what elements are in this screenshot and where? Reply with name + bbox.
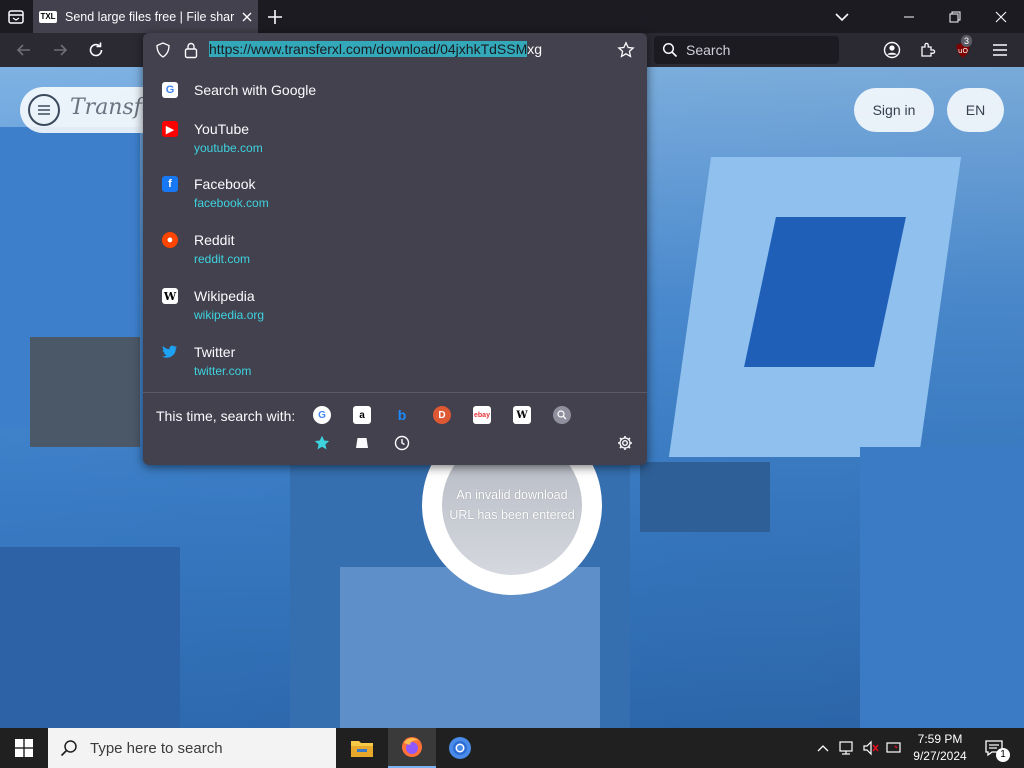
suggestion-row[interactable]: Twitter twitter.com: [143, 344, 647, 384]
volume-muted-icon[interactable]: [859, 728, 883, 768]
list-all-tabs-icon[interactable]: [6, 7, 26, 27]
tracking-protection-shield-icon[interactable]: [155, 42, 171, 58]
wikipedia-icon: W: [162, 288, 178, 304]
search-bar-placeholder: Search: [686, 42, 731, 58]
svg-text:uO: uO: [958, 47, 968, 55]
windows-start-icon[interactable]: [0, 728, 48, 768]
system-clock[interactable]: 7:59 PM 9/27/2024: [905, 731, 975, 765]
suggestion-row[interactable]: f Facebook facebook.com: [143, 176, 647, 216]
sign-in-button[interactable]: Sign in: [854, 88, 934, 132]
reddit-icon: ●: [162, 232, 178, 248]
bg-stairs-lower: [340, 567, 600, 728]
search-bar[interactable]: Search: [654, 36, 839, 64]
ebay-engine-icon[interactable]: ebay: [473, 406, 491, 424]
history-clock-icon[interactable]: [393, 434, 411, 452]
error-message-line1: An invalid download: [456, 488, 568, 502]
suggestion-url: wikipedia.org: [194, 308, 265, 322]
firefox-taskbar-icon[interactable]: [388, 728, 436, 768]
tab-active[interactable]: TXL Send large files free | File sharing: [33, 0, 258, 33]
chevron-down-icon[interactable]: [832, 7, 852, 27]
suggestion-title: Reddit: [194, 232, 235, 248]
url-selected-text: https://www.transferxl.com/download/04jx…: [209, 41, 528, 57]
display-icon[interactable]: [883, 728, 905, 768]
suggestion-row[interactable]: W Wikipedia wikipedia.org: [143, 288, 647, 328]
restore-window-icon[interactable]: [932, 0, 978, 33]
taskbar-search-placeholder: Type here to search: [90, 739, 223, 757]
notification-count-badge: 1: [996, 748, 1010, 762]
bookmarks-star-icon[interactable]: [313, 434, 331, 452]
suggestion-url: reddit.com: [194, 252, 251, 266]
search-icon: [662, 42, 678, 58]
search-with-google-row[interactable]: G Search with Google: [143, 81, 647, 105]
clock-time: 7:59 PM: [917, 732, 963, 746]
clock-date: 9/27/2024: [913, 749, 967, 763]
wikipedia-engine-icon[interactable]: W: [513, 406, 531, 424]
bg-wall-bottom-left: [0, 547, 180, 728]
tabs-icon[interactable]: [353, 434, 371, 452]
amazon-engine-icon[interactable]: a: [353, 406, 371, 424]
tab-close-icon[interactable]: [239, 9, 255, 25]
new-tab-icon[interactable]: [265, 7, 285, 27]
site-menu-icon[interactable]: [28, 94, 60, 126]
suggestion-title: Twitter: [194, 344, 236, 360]
tab-strip: TXL Send large files free | File sharing: [0, 0, 1024, 33]
forward-arrow-icon[interactable]: [48, 38, 72, 62]
google-engine-icon[interactable]: G: [313, 406, 331, 424]
account-icon[interactable]: [880, 38, 904, 62]
taskbar-search-box[interactable]: Type here to search: [48, 728, 336, 768]
duckduckgo-engine-icon[interactable]: D: [433, 406, 451, 424]
search-icon: [60, 740, 77, 757]
facebook-icon: f: [162, 176, 178, 192]
suggestion-title: Wikipedia: [194, 288, 255, 304]
extension-badge: 3: [961, 35, 973, 47]
youtube-icon: ▶: [162, 121, 178, 137]
hamburger-menu-icon[interactable]: [988, 38, 1012, 62]
close-window-icon[interactable]: [978, 0, 1024, 33]
suggestion-title: Facebook: [194, 176, 256, 192]
chrome-taskbar-icon[interactable]: [436, 728, 484, 768]
bing-engine-icon[interactable]: b: [393, 406, 411, 424]
error-message-line2: URL has been entered: [449, 508, 575, 522]
url-rest-text: xg: [527, 41, 543, 57]
back-arrow-icon[interactable]: [12, 38, 36, 62]
extensions-puzzle-icon[interactable]: [916, 38, 940, 62]
search-engine-icon[interactable]: [553, 406, 571, 424]
show-hidden-icons-chevron-up-icon[interactable]: [812, 728, 834, 768]
bookmark-star-icon[interactable]: [617, 41, 635, 59]
suggestion-title: YouTube: [194, 121, 250, 137]
bg-wall-bottom-right: [860, 447, 1024, 728]
bg-window-left: [30, 337, 140, 447]
suggestion-url: twitter.com: [194, 364, 252, 378]
urlbar-dropdown: https://www.transferxl.com/download/04jx…: [143, 33, 647, 465]
dropdown-divider: [143, 392, 647, 393]
google-icon: G: [162, 82, 178, 98]
file-explorer-icon[interactable]: [338, 728, 386, 768]
one-off-search-label: This time, search with:: [156, 408, 296, 424]
windows-taskbar: Type here to search 7:59 PM 9/27/2024 1: [0, 728, 1024, 768]
minimize-window-icon[interactable]: [886, 0, 932, 33]
reload-icon[interactable]: [84, 38, 108, 62]
twitter-icon: [162, 344, 178, 360]
lock-icon[interactable]: [183, 41, 199, 59]
suggestion-url: facebook.com: [194, 196, 269, 210]
bg-window-mid: [640, 462, 770, 532]
network-icon[interactable]: [835, 728, 859, 768]
urlbar[interactable]: https://www.transferxl.com/download/04jx…: [143, 33, 647, 67]
suggestion-row[interactable]: ▶ YouTube youtube.com: [143, 121, 647, 161]
suggestion-row[interactable]: ● Reddit reddit.com: [143, 232, 647, 272]
tab-title: Send large files free | File sharing: [65, 9, 235, 24]
tab-favicon: TXL: [39, 10, 57, 23]
url-input[interactable]: https://www.transferxl.com/download/04jx…: [209, 41, 542, 57]
search-with-google-label: Search with Google: [194, 82, 317, 98]
language-button[interactable]: EN: [947, 88, 1004, 132]
suggestion-url: youtube.com: [194, 141, 263, 155]
gear-icon[interactable]: [616, 434, 634, 452]
